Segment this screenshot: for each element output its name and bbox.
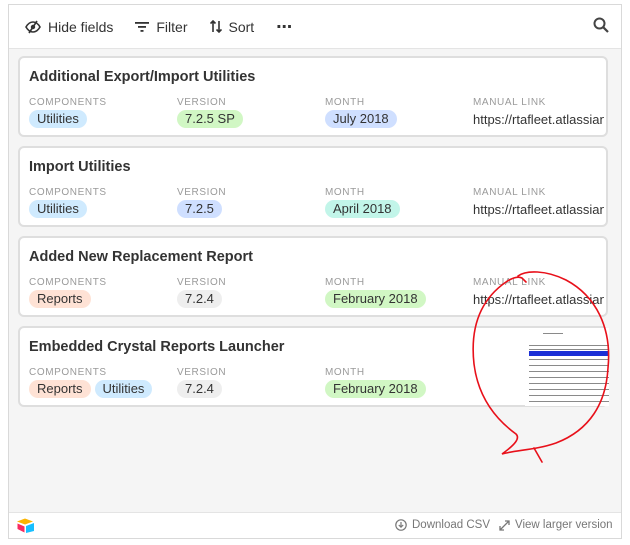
download-csv-link[interactable]: Download CSV xyxy=(395,519,490,531)
version-pill: 7.2.5 SP xyxy=(177,110,243,128)
components-value: Reports xyxy=(29,290,91,308)
version-value: 7.2.5 xyxy=(177,200,222,218)
version-label: VERSION xyxy=(177,187,227,198)
record-title: Embedded Crystal Reports Launcher xyxy=(29,339,285,355)
view-larger-label: View larger version xyxy=(515,519,613,531)
component-pill: Reports xyxy=(29,380,91,398)
hide-fields-label: Hide fields xyxy=(48,18,114,35)
version-value: 7.2.5 SP xyxy=(177,110,243,128)
version-pill: 7.2.4 xyxy=(177,290,222,308)
components-value: Utilities xyxy=(29,110,87,128)
thumbnail-line xyxy=(529,383,609,384)
thumbnail-line xyxy=(529,359,609,360)
version-pill: 7.2.5 xyxy=(177,200,222,218)
thumbnail-line xyxy=(529,395,609,396)
filter-button[interactable]: Filter xyxy=(135,18,188,35)
month-pill: July 2018 xyxy=(325,110,397,128)
thumbnail-line xyxy=(529,377,609,378)
footer-bar: Download CSV View larger version xyxy=(9,512,621,538)
version-value: 7.2.4 xyxy=(177,380,222,398)
version-label: VERSION xyxy=(177,277,227,288)
manual-link[interactable]: https://rtafleet.atlassian.net xyxy=(473,112,604,127)
thumbnail-line xyxy=(529,345,609,346)
month-pill: February 2018 xyxy=(325,380,426,398)
record-title: Additional Export/Import Utilities xyxy=(29,69,256,85)
components-value: Reports Utilities xyxy=(29,380,153,398)
month-value: April 2018 xyxy=(325,200,400,218)
view-toolbar: Hide fields Filter Sort ⋯ xyxy=(9,5,621,49)
month-label: MONTH xyxy=(325,277,365,288)
thumbnail-line xyxy=(529,371,609,372)
thumbnail-line xyxy=(529,349,609,350)
airtable-logo-icon xyxy=(17,518,34,533)
record-card[interactable]: Import Utilities COMPONENTS VERSION MONT… xyxy=(18,146,608,227)
components-label: COMPONENTS xyxy=(29,97,107,108)
record-title: Import Utilities xyxy=(29,159,131,175)
record-card[interactable]: Additional Export/Import Utilities COMPO… xyxy=(18,56,608,137)
download-icon xyxy=(395,519,407,531)
manual-link-label: MANUAL LINK xyxy=(473,187,546,198)
manual-link[interactable]: https://rtafleet.atlassian.net xyxy=(473,202,604,217)
component-pill: Utilities xyxy=(29,200,87,218)
manual-link-label: MANUAL LINK xyxy=(473,97,546,108)
month-label: MONTH xyxy=(325,367,365,378)
filter-label: Filter xyxy=(156,18,188,35)
hide-fields-button[interactable]: Hide fields xyxy=(25,19,113,35)
month-pill: April 2018 xyxy=(325,200,400,218)
eye-slash-icon xyxy=(25,20,41,33)
month-value: February 2018 xyxy=(325,380,426,398)
expand-icon xyxy=(499,519,510,531)
month-value: July 2018 xyxy=(325,110,397,128)
version-pill: 7.2.4 xyxy=(177,380,222,398)
components-value: Utilities xyxy=(29,200,87,218)
airtable-embed: Hide fields Filter Sort ⋯ Additional Exp… xyxy=(8,4,622,539)
component-pill: Utilities xyxy=(94,380,153,398)
sort-button[interactable]: Sort xyxy=(209,18,255,35)
version-value: 7.2.4 xyxy=(177,290,222,308)
attachment-thumbnail[interactable] xyxy=(525,328,609,406)
manual-link[interactable]: https://rtafleet.atlassian.net xyxy=(473,292,604,307)
component-pill: Utilities xyxy=(29,110,87,128)
month-value: February 2018 xyxy=(325,290,426,308)
record-card[interactable]: Added New Replacement Report COMPONENTS … xyxy=(18,236,608,317)
more-options-button[interactable]: ⋯ xyxy=(276,17,293,37)
thumbnail-line xyxy=(529,401,609,402)
version-label: VERSION xyxy=(177,97,227,108)
version-label: VERSION xyxy=(177,367,227,378)
search-button[interactable] xyxy=(593,17,609,38)
components-label: COMPONENTS xyxy=(29,367,107,378)
month-pill: February 2018 xyxy=(325,290,426,308)
view-larger-link[interactable]: View larger version xyxy=(499,519,613,531)
component-pill: Reports xyxy=(29,290,91,308)
thumbnail-line xyxy=(529,365,609,366)
thumbnail-line xyxy=(529,389,609,390)
month-label: MONTH xyxy=(325,97,365,108)
filter-icon xyxy=(135,21,150,32)
sort-label: Sort xyxy=(228,18,255,35)
thumbnail-line xyxy=(543,333,563,334)
manual-link-label: MANUAL LINK xyxy=(473,277,546,288)
thumbnail-selected-row xyxy=(529,351,609,356)
sort-arrows-icon xyxy=(209,20,222,33)
month-label: MONTH xyxy=(325,187,365,198)
record-card[interactable]: Embedded Crystal Reports Launcher COMPON… xyxy=(18,326,609,407)
components-label: COMPONENTS xyxy=(29,277,107,288)
download-csv-label: Download CSV xyxy=(412,519,490,531)
airtable-logo[interactable] xyxy=(17,518,35,538)
search-icon xyxy=(593,17,609,33)
record-title: Added New Replacement Report xyxy=(29,249,253,265)
components-label: COMPONENTS xyxy=(29,187,107,198)
